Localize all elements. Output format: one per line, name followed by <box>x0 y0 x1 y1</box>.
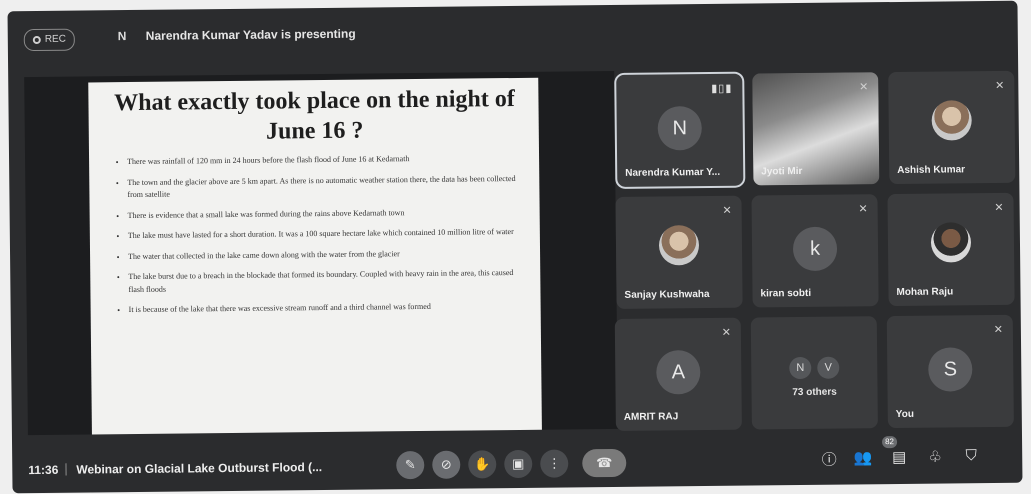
shared-slide: What exactly took place on the night of … <box>88 77 542 435</box>
recording-indicator: REC <box>23 28 76 52</box>
camera-off-icon[interactable]: ⊘ <box>432 450 461 479</box>
people-icon[interactable]: 👥 <box>852 448 874 466</box>
presenting-banner: Narendra Kumar Yadav is presenting <box>145 26 356 43</box>
audio-wave-icon: ▮▯▮ <box>711 82 733 95</box>
end-call-icon[interactable]: ☎ <box>582 448 627 478</box>
raise-hand-icon[interactable]: ✋ <box>468 450 497 479</box>
more-options-icon[interactable]: ⋮ <box>540 449 569 478</box>
avatar: N <box>789 356 812 380</box>
participant-tile[interactable]: ✕ k kiran sobti <box>751 194 879 308</box>
participant-name: Jyoti Mir <box>761 165 803 178</box>
activities-icon[interactable]: ♧ <box>924 447 946 466</box>
slide-bullet: The town and the glacier above are 5 km … <box>127 172 521 201</box>
meeting-title: Webinar on Glacial Lake Outburst Flood (… <box>76 460 323 477</box>
participant-name: AMRIT RAJ <box>623 411 679 423</box>
participant-tile[interactable]: ✕ Jyoti Mir <box>752 72 880 186</box>
host-controls-icon[interactable]: ⛉ <box>960 447 982 464</box>
participant-name: Mohan Raju <box>896 286 954 299</box>
avatar: S <box>928 346 973 392</box>
participant-tile[interactable]: ✕ Mohan Raju <box>887 192 1015 307</box>
participant-name: Narendra Kumar Y... <box>625 166 721 179</box>
others-avatars: N V <box>789 356 840 380</box>
slide-bullet: The lake must have lasted for a short du… <box>128 226 522 243</box>
others-count: 73 others <box>792 386 837 399</box>
mic-off-icon: ✕ <box>995 79 1005 92</box>
people-count-badge: 82 <box>882 436 898 449</box>
slide-bullet: There is evidence that a small lake was … <box>128 205 522 222</box>
avatar: A <box>656 349 701 395</box>
self-tile[interactable]: ✕ S You <box>886 314 1014 429</box>
mic-off-icon: ✕ <box>994 201 1004 214</box>
slide-bullet: The water that collected in the lake cam… <box>128 246 522 263</box>
avatar: N <box>657 105 702 151</box>
slide-bullet: The lake burst due to a breach in the bl… <box>128 267 522 296</box>
presenter-initial: N <box>117 29 127 44</box>
meet-window: REC N Narendra Kumar Yadav is presenting… <box>7 0 1023 494</box>
info-icon[interactable]: ⓘ <box>818 449 840 470</box>
present-icon[interactable]: ▣ <box>504 449 533 479</box>
others-tile[interactable]: N V 73 others <box>750 316 878 430</box>
slide-title: What exactly took place on the night of … <box>114 85 515 145</box>
participant-name: Ashish Kumar <box>897 164 966 176</box>
avatar: k <box>792 226 838 271</box>
participant-name: kiran sobti <box>760 287 812 300</box>
participant-name: Sanjay Kushwaha <box>624 288 710 301</box>
mic-off-icon: ✕ <box>721 326 731 339</box>
avatar <box>658 225 700 266</box>
rec-label: REC <box>44 33 66 45</box>
slide-bullet: It is because of the lake that there was… <box>129 300 523 317</box>
slide-bullet: There was rainfall of 120 mm in 24 hours… <box>127 152 521 169</box>
mic-off-icon: ✕ <box>859 81 869 94</box>
meeting-clock: 11:36 <box>28 462 59 478</box>
mic-off-icon: ✕ <box>858 203 868 216</box>
avatar: V <box>817 356 840 379</box>
avatar <box>930 222 972 263</box>
mic-off-icon[interactable]: ✎ <box>396 450 425 480</box>
participant-tile[interactable]: ✕ A AMRIT RAJ <box>614 317 742 431</box>
participant-tile[interactable]: ▮▯▮ N Narendra Kumar Y... <box>614 71 746 189</box>
slide-bullets: There was rainfall of 120 mm in 24 hours… <box>109 152 523 317</box>
record-icon <box>32 35 41 45</box>
avatar <box>931 100 972 141</box>
participant-tile[interactable]: ✕ Ashish Kumar <box>888 70 1016 185</box>
participant-name: You <box>895 408 914 421</box>
mic-off-icon: ✕ <box>993 323 1003 336</box>
divider: | <box>64 460 68 476</box>
chat-icon[interactable]: ▤ <box>888 448 910 466</box>
participant-tile[interactable]: ✕ Sanjay Kushwaha <box>615 195 743 309</box>
mic-off-icon: ✕ <box>722 204 732 217</box>
